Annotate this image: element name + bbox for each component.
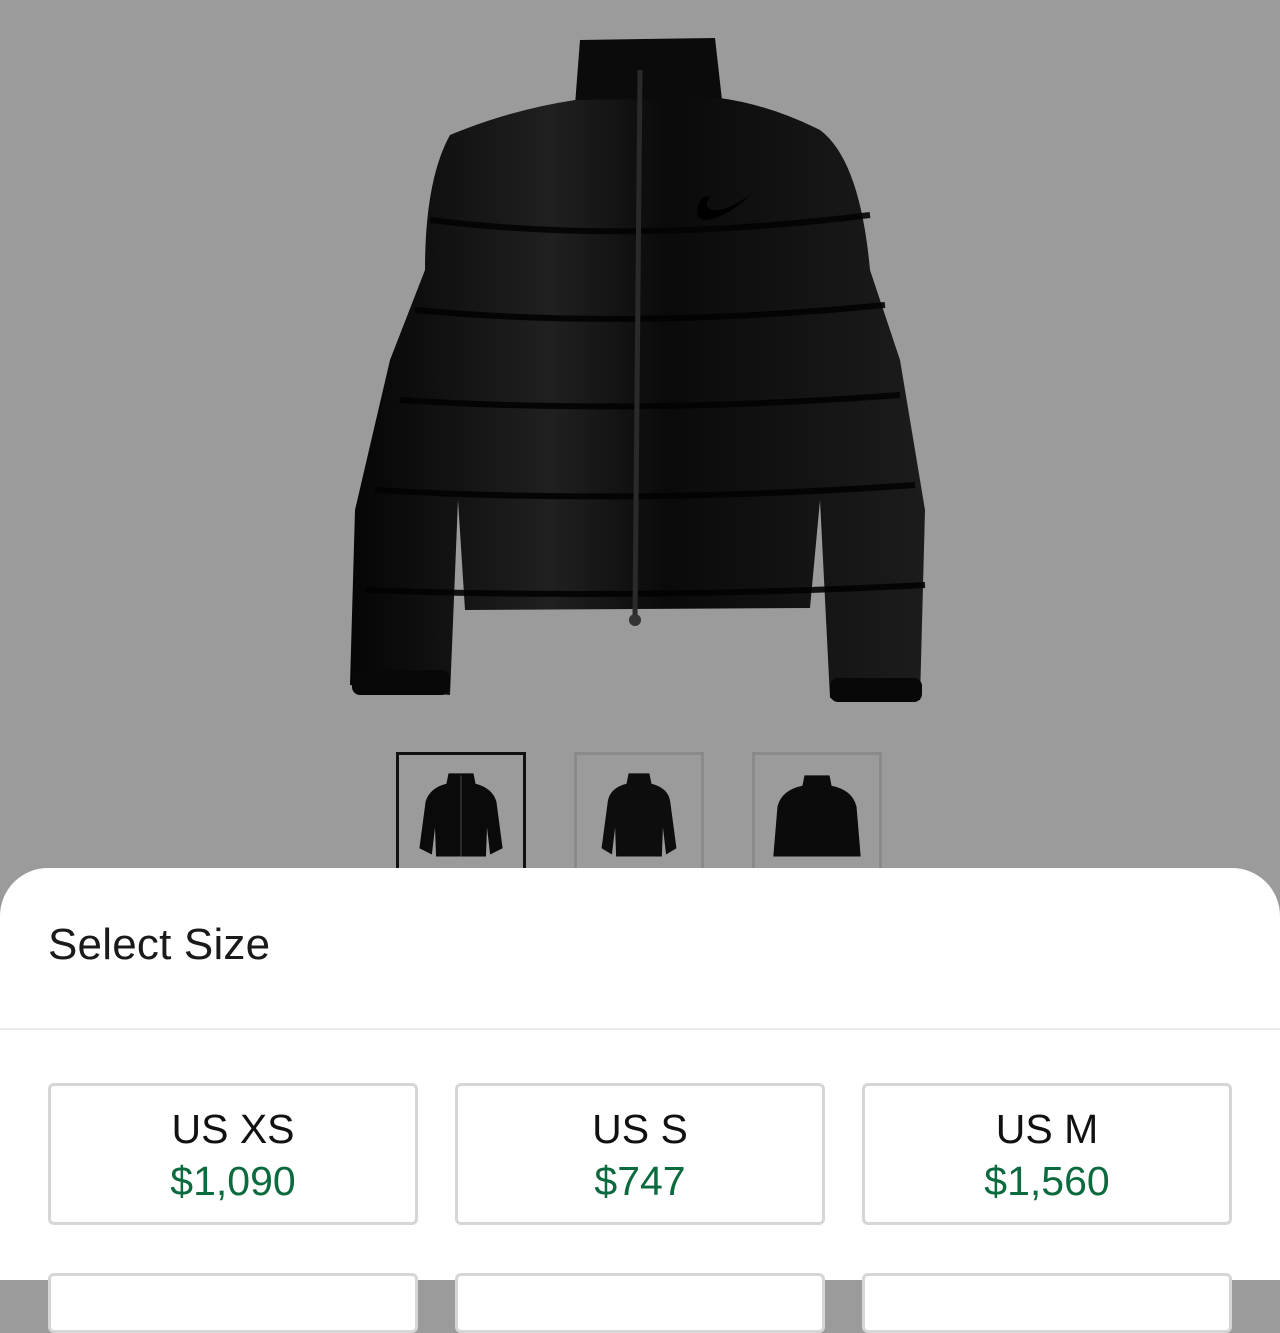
thumbnail-detail[interactable]	[752, 752, 882, 882]
size-option-partial[interactable]	[455, 1273, 825, 1333]
size-price: $1,560	[984, 1158, 1110, 1204]
size-option-us-s[interactable]: US S $747	[455, 1083, 825, 1225]
size-label: US M	[995, 1106, 1099, 1152]
size-label: US S	[592, 1106, 688, 1152]
jacket-back-icon	[601, 773, 677, 857]
size-selection-sheet: Select Size US XS $1,090 US S $747 US M …	[0, 868, 1280, 1333]
product-image	[350, 38, 926, 702]
size-option-us-m[interactable]: US M $1,560	[862, 1083, 1232, 1225]
jacket-front-icon	[419, 773, 503, 857]
size-option-partial[interactable]	[862, 1273, 1232, 1333]
size-price: $1,090	[170, 1158, 296, 1204]
size-price: $747	[594, 1158, 686, 1204]
thumbnail-strip	[396, 752, 886, 882]
size-option-partial[interactable]	[48, 1273, 418, 1333]
thumbnail-front[interactable]	[396, 752, 526, 882]
jacket-detail-icon	[773, 775, 861, 857]
thumbnail-back[interactable]	[574, 752, 704, 882]
divider	[0, 1028, 1280, 1030]
product-image-area	[0, 0, 1280, 882]
size-option-us-xs[interactable]: US XS $1,090	[48, 1083, 418, 1225]
sheet-title: Select Size	[48, 920, 271, 969]
size-label: US XS	[171, 1106, 295, 1152]
